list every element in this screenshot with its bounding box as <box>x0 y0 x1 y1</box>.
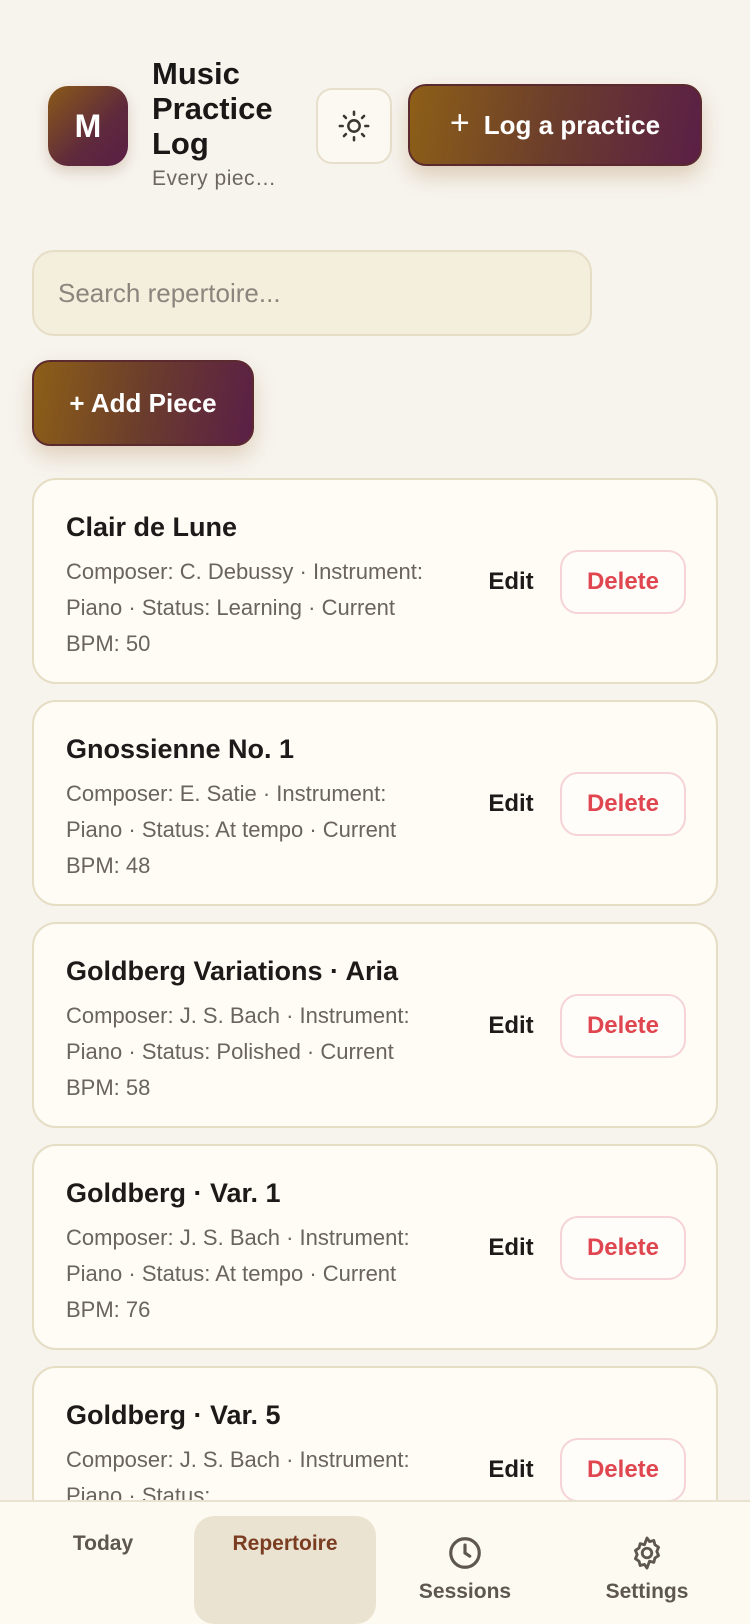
edit-button[interactable]: Edit <box>466 550 556 614</box>
piece-title: Goldberg · Var. 5 <box>66 1400 281 1430</box>
edit-button[interactable]: Edit <box>466 772 556 836</box>
repertoire-list: Clair de Lune Composer: C. Debussy · Ins… <box>32 478 718 1588</box>
piece-card: Goldberg · Var. 1 Composer: J. S. Bach ·… <box>32 1144 718 1350</box>
app-header: M Music Practice Log Every piec… + Log a… <box>48 56 702 196</box>
delete-button[interactable]: Delete <box>560 1216 686 1280</box>
avatar: M <box>48 86 128 166</box>
page-subtitle: Every piec… <box>152 167 277 190</box>
piece-title: Goldberg · Var. 1 <box>66 1178 281 1208</box>
bottom-nav: Today Repertoire Sessions Settings <box>0 1500 750 1624</box>
app-screen: M Music Practice Log Every piec… + Log a… <box>0 0 750 1624</box>
title-block: Music Practice Log Every piec… <box>152 56 302 191</box>
sun-icon <box>338 110 370 142</box>
edit-button[interactable]: Edit <box>466 1216 556 1280</box>
delete-button[interactable]: Delete <box>560 772 686 836</box>
add-piece-button[interactable]: + Add Piece <box>32 360 254 446</box>
piece-card: Goldberg Variations · Aria Composer: J. … <box>32 922 718 1128</box>
tab-settings[interactable]: Settings <box>574 1516 720 1624</box>
page-title: Music Practice Log <box>152 56 273 161</box>
plus-icon: + <box>449 104 470 142</box>
tab-today-label: Today <box>72 1532 134 1555</box>
clock-icon <box>449 1537 481 1569</box>
tab-today[interactable]: Today <box>30 1516 176 1624</box>
delete-button[interactable]: Delete <box>560 994 686 1058</box>
tab-settings-label: Settings <box>605 1580 689 1603</box>
tab-sessions-label: Sessions <box>418 1580 512 1603</box>
edit-button[interactable]: Edit <box>466 1438 556 1502</box>
piece-title: Gnossienne No. 1 <box>66 734 295 764</box>
piece-meta: Composer: J. S. Bach · Instrument: Piano… <box>66 1003 410 1100</box>
delete-button[interactable]: Delete <box>560 1438 686 1502</box>
piece-title: Goldberg Variations · Aria <box>66 956 399 986</box>
edit-button[interactable]: Edit <box>466 994 556 1058</box>
tab-repertoire-label: Repertoire <box>232 1532 338 1555</box>
piece-card: Clair de Lune Composer: C. Debussy · Ins… <box>32 478 718 684</box>
piece-meta: Composer: C. Debussy · Instrument: Piano… <box>66 559 424 656</box>
delete-button[interactable]: Delete <box>560 550 686 614</box>
piece-title: Clair de Lune <box>66 512 238 542</box>
gear-icon <box>634 1536 660 1570</box>
tab-repertoire[interactable]: Repertoire <box>194 1516 376 1624</box>
tab-sessions[interactable]: Sessions <box>392 1516 538 1624</box>
piece-meta: Composer: J. S. Bach · Instrument: Piano… <box>66 1225 410 1322</box>
piece-card: Gnossienne No. 1 Composer: E. Satie · In… <box>32 700 718 906</box>
search-input[interactable] <box>32 250 592 336</box>
log-practice-label: Log a practice <box>483 109 661 140</box>
piece-meta: Composer: E. Satie · Instrument: Piano ·… <box>66 781 397 878</box>
theme-toggle-button[interactable] <box>316 88 392 164</box>
log-practice-button[interactable]: + Log a practice <box>408 84 702 166</box>
